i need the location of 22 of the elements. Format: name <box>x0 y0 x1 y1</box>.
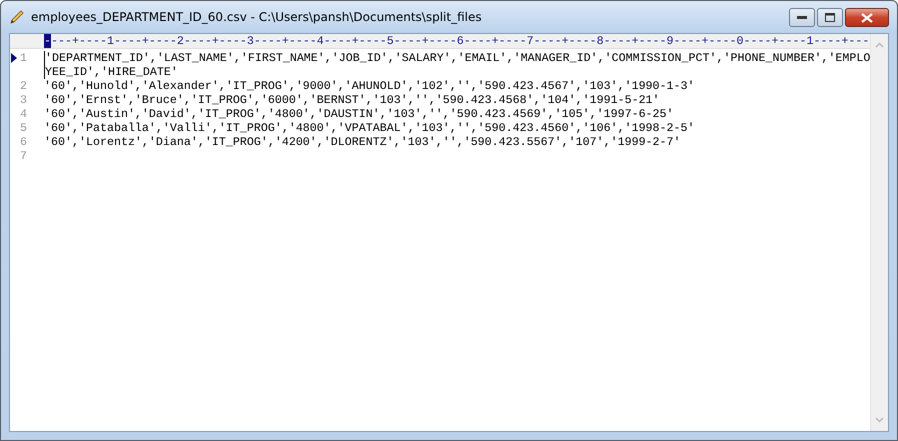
code-line: '60','Pataballa','Valli','IT_PROG','4800','VPATABAL','103','','590.423.4560','106','1998-2-5' <box>44 121 696 135</box>
pencil-icon <box>9 9 25 25</box>
maximize-icon <box>825 13 835 22</box>
line-number: 3 <box>19 93 28 107</box>
cursor-column-marker: - <box>44 34 51 48</box>
code-line: '60','Lorentz','Diana','IT_PROG','4200','DLORENTZ','103','','590.423.5567','107','1999-2-7' <box>44 135 682 149</box>
line-number: 4 <box>19 107 28 121</box>
line-number: 6 <box>19 135 28 149</box>
code-line: '60','Ernst','Bruce','IT_PROG','6000','BERNST','103','','590.423.4568','104','1991-5-21' <box>44 93 661 107</box>
column-ruler: ----+----1----+----2----+----3----+----4----+----5----+----6----+----7----+----8----+----9----+----0----+----1----+--- <box>10 34 870 49</box>
window-title: employees_DEPARTMENT_ID_60.csv - C:\Users\pansh\Documents\split_files <box>31 10 483 24</box>
line-number: 1 <box>19 51 28 65</box>
maximize-button[interactable] <box>817 8 843 27</box>
code-line: '60','Hunold','Alexander','IT_PROG','9000','AHUNOLD','102','','590.423.4567','103','1990-1-3' <box>44 79 696 93</box>
line-number: 5 <box>19 121 28 135</box>
minimize-button[interactable] <box>789 8 815 27</box>
code-line: '60','Austin','David','IT_PROG','4800','DAUSTIN','103','','590.423.4569','105','1997-6-25' <box>44 107 675 121</box>
line-number: 7 <box>19 149 28 163</box>
close-button[interactable] <box>845 8 889 27</box>
minimize-icon <box>797 16 807 20</box>
close-icon <box>861 12 873 22</box>
line-number: 2 <box>19 79 28 93</box>
